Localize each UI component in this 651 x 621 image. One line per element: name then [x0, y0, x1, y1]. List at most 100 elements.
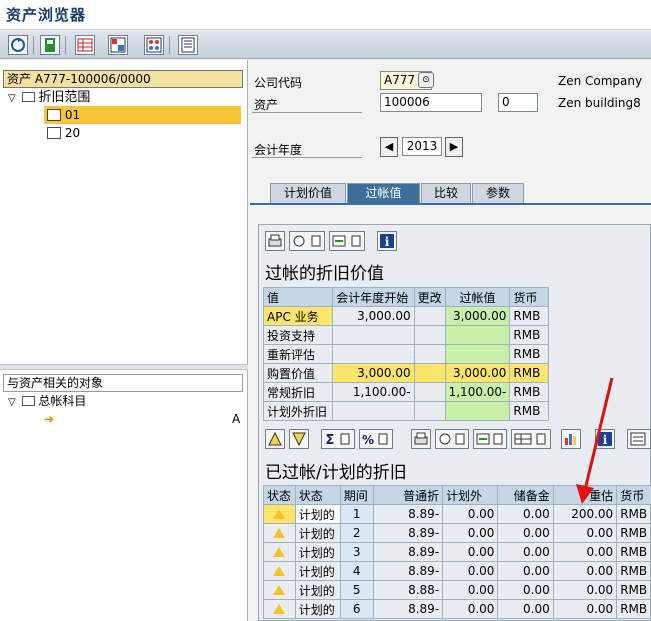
column-header[interactable]: 值	[262, 287, 334, 307]
info-button[interactable]: i	[377, 231, 397, 251]
column-header[interactable]: 会计年度开始	[332, 287, 415, 307]
print-preview-button[interactable]	[411, 429, 431, 449]
previous-year-button[interactable]: ◀	[380, 137, 398, 157]
table-row[interactable]: 计划的 1 8.89- 0.00 0.00 200.00 RMB	[263, 504, 651, 524]
list-button[interactable]	[178, 35, 198, 55]
column-header[interactable]: 货币	[616, 485, 651, 505]
table-row[interactable]: 计划外折旧 RMB	[262, 401, 549, 421]
tree-node-area-20[interactable]: 20	[44, 124, 241, 142]
tree-node-gl-item[interactable]: ➜ A	[44, 410, 244, 428]
cell-currency: RMB	[509, 363, 549, 383]
column-header[interactable]: 普通折	[372, 485, 444, 505]
cell-posted: 1,100.00-	[444, 382, 511, 402]
cell-start	[332, 344, 415, 364]
collapse-triangle-icon: ▽	[8, 397, 16, 408]
tree-node-label: 20	[64, 126, 81, 140]
tree-node-label: 折旧范围	[38, 90, 91, 105]
table-row[interactable]: 重新评估 RMB	[262, 344, 549, 364]
column-header[interactable]: 状态	[294, 485, 341, 505]
refresh-button[interactable]	[8, 35, 28, 55]
folder-icon	[21, 396, 35, 406]
tab-parameters[interactable]: 参数	[472, 183, 524, 203]
tree-node-depreciation-areas[interactable]: ▽ 折旧范围	[8, 88, 244, 106]
reserve-cell: 0.00	[497, 523, 554, 543]
cell-currency: RMB	[509, 306, 549, 326]
layout-button[interactable]	[511, 429, 551, 449]
tab-posted-values[interactable]: 过帐值	[347, 183, 420, 203]
currency-cell: RMB	[616, 599, 651, 619]
total-button[interactable]: Σ	[321, 429, 355, 449]
display-button[interactable]	[40, 35, 60, 55]
sort-ascending-button[interactable]	[265, 429, 285, 449]
sort-descending-button[interactable]	[289, 429, 309, 449]
cell-start	[332, 401, 415, 421]
cell-change	[413, 325, 446, 345]
posted-table-title: 过帐的折旧价值	[265, 264, 384, 284]
tree-node-area-01[interactable]: 01	[44, 106, 241, 124]
revaluation-cell: 0.00	[552, 523, 618, 543]
column-header[interactable]: 储备金	[497, 485, 554, 505]
change-layout-button[interactable]	[108, 35, 128, 55]
export-icon	[293, 235, 321, 247]
table-row[interactable]: 投资支持 RMB	[262, 325, 549, 345]
print-button[interactable]	[265, 231, 285, 251]
column-header[interactable]: 更改	[413, 287, 446, 307]
filter-button[interactable]	[144, 35, 164, 55]
table-row[interactable]: 计划的 5 8.88- 0.00 0.00 0.00 RMB	[263, 580, 651, 600]
reserve-cell: 0.00	[497, 542, 554, 562]
asset-subnumber-field[interactable]: 0	[498, 93, 538, 112]
column-header[interactable]: 状态	[263, 485, 296, 505]
more-button[interactable]	[627, 429, 651, 449]
fiscal-year-label: 会计年度	[254, 143, 303, 157]
next-year-button[interactable]: ▶	[445, 137, 463, 157]
cell-currency: RMB	[509, 401, 549, 421]
grid-icon	[146, 37, 162, 53]
export-button-2[interactable]	[435, 429, 469, 449]
warning-triangle-icon	[273, 585, 286, 595]
send-button[interactable]	[329, 231, 365, 251]
cell-start: 1,100.00-	[332, 382, 415, 402]
subtotal-button[interactable]: %	[359, 429, 393, 449]
column-header[interactable]: 期间	[339, 485, 374, 505]
table-row[interactable]: 计划的 6 8.89- 0.00 0.00 0.00 RMB	[263, 599, 651, 619]
fiscal-year-field[interactable]: 2013	[402, 137, 442, 156]
unplanned-cell: 0.00	[442, 561, 499, 581]
period-cell: 3	[339, 542, 374, 562]
value-help-icon[interactable]: ⊙	[418, 72, 434, 88]
tree-node-gl-accounts[interactable]: ▽ 总帐科目	[8, 392, 244, 410]
tab-comparison[interactable]: 比较	[421, 183, 471, 203]
svg-text:%: %	[362, 433, 374, 447]
table-row[interactable]: 计划的 3 8.89- 0.00 0.00 0.00 RMB	[263, 542, 651, 562]
ordinary-cell: 8.89-	[372, 599, 444, 619]
revaluation-cell: 0.00	[552, 561, 618, 581]
export-button[interactable]	[289, 231, 325, 251]
table-row[interactable]: APC 业务 3,000.00 3,000.00 RMB	[262, 306, 549, 326]
cell-start	[332, 325, 415, 345]
scroll-icon	[630, 432, 646, 446]
column-header[interactable]: 货币	[509, 287, 549, 307]
column-header[interactable]: 计划外	[442, 485, 499, 505]
pane-splitter[interactable]	[0, 364, 248, 370]
send-button-2[interactable]	[473, 429, 507, 449]
refresh-icon	[11, 38, 25, 52]
ordinary-cell: 8.88-	[372, 580, 444, 600]
column-header[interactable]: 过帐值	[444, 287, 511, 307]
table-layout-button[interactable]	[75, 35, 95, 55]
reserve-cell: 0.00	[497, 580, 554, 600]
cell-change	[413, 401, 446, 421]
tab-planned-values[interactable]: 计划价值	[270, 183, 346, 203]
table-row[interactable]: 常规折旧 1,100.00- 1,100.00- RMB	[262, 382, 549, 402]
warning-triangle-icon	[273, 509, 286, 519]
triangle-right-icon: ▶	[449, 140, 459, 153]
table-row[interactable]: 计划的 4 8.89- 0.00 0.00 0.00 RMB	[263, 561, 651, 581]
related-objects-header: 与资产相关的对象	[3, 374, 243, 392]
currency-cell: RMB	[616, 561, 651, 581]
cell-currency: RMB	[509, 382, 549, 402]
ordinary-cell: 8.89-	[372, 523, 444, 543]
table-row[interactable]: 计划的 2 8.89- 0.00 0.00 0.00 RMB	[263, 523, 651, 543]
export-icon	[439, 433, 465, 445]
layout-icon	[110, 37, 126, 53]
table-row[interactable]: 购置价值 3,000.00 3,000.00 RMB	[262, 363, 549, 383]
asset-number-field[interactable]: 100006	[380, 93, 482, 112]
row-label: APC 业务	[262, 306, 334, 326]
